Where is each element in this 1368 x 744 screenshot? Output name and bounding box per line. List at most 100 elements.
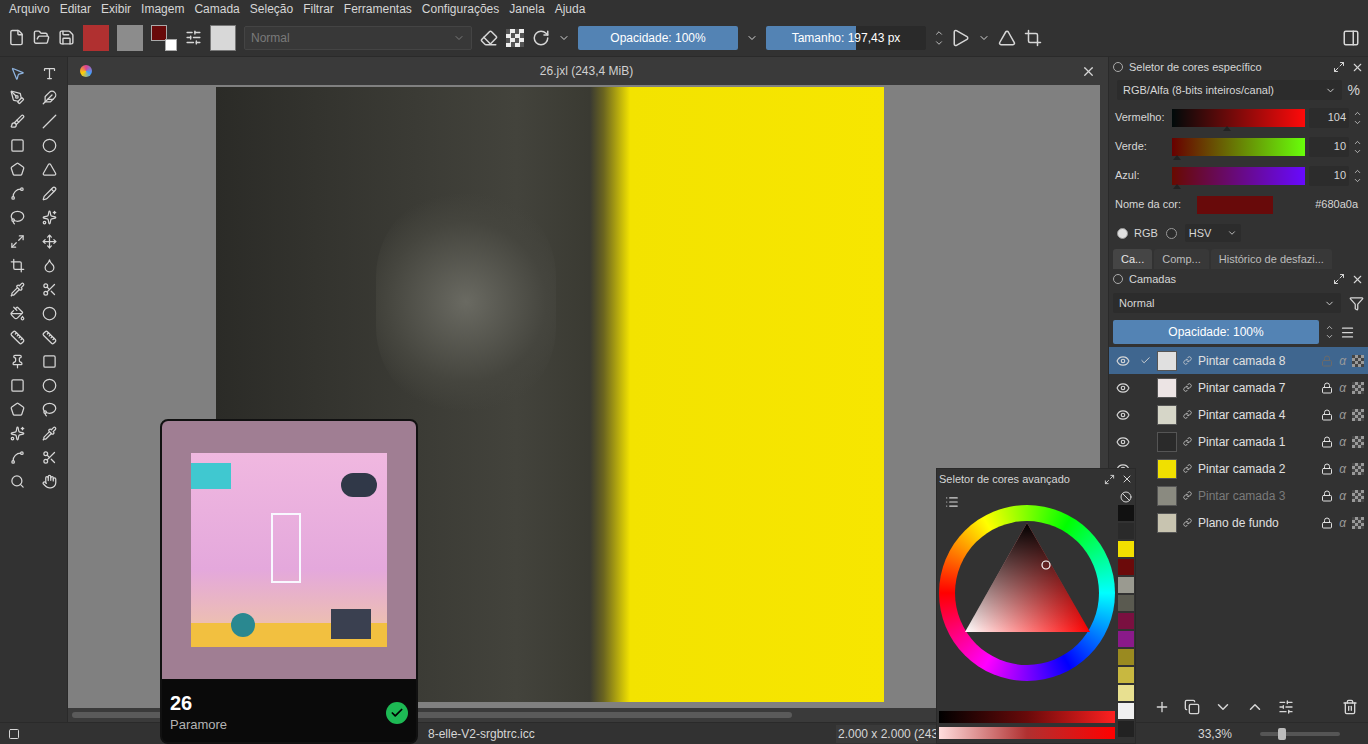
- reload-preset-icon[interactable]: [532, 29, 550, 47]
- channel-value[interactable]: 10: [1309, 137, 1349, 157]
- palette-swatch[interactable]: [1118, 505, 1134, 521]
- inherit-alpha-icon[interactable]: [1352, 409, 1364, 421]
- panel-icon[interactable]: [1342, 29, 1360, 47]
- bezier-icon[interactable]: [10, 186, 25, 201]
- layer-row[interactable]: Pintar camada 1α: [1109, 428, 1368, 455]
- polygon-icon[interactable]: [10, 162, 25, 177]
- dock-tab[interactable]: Comp...: [1154, 249, 1209, 270]
- increase-icon[interactable]: [1353, 167, 1362, 176]
- text-icon[interactable]: [42, 66, 57, 81]
- color-wheel[interactable]: [939, 505, 1115, 681]
- visibility-icon[interactable]: [1116, 381, 1130, 395]
- duplicate-layer-icon[interactable]: [1184, 699, 1200, 715]
- inherit-alpha-icon[interactable]: [1352, 436, 1364, 448]
- now-playing-card[interactable]: 26Paramore: [160, 419, 418, 744]
- multibrush-icon[interactable]: [42, 210, 57, 225]
- percent-toggle[interactable]: %: [1348, 80, 1360, 101]
- color-triangle[interactable]: [939, 505, 1115, 681]
- alpha-lock[interactable]: α: [1339, 514, 1346, 532]
- alpha-lock[interactable]: α: [1339, 433, 1346, 451]
- chevron-down-icon[interactable]: [746, 32, 758, 44]
- palette-swatch[interactable]: [1118, 685, 1134, 701]
- menu-icon[interactable]: [1340, 325, 1355, 340]
- delete-layer-icon[interactable]: [1342, 699, 1358, 715]
- palette-swatch[interactable]: [1118, 613, 1134, 629]
- menu-item[interactable]: Ferramentas: [339, 0, 417, 19]
- opacity-slider[interactable]: Opacidade: 100%: [578, 26, 738, 50]
- wrap-around-icon[interactable]: [1024, 29, 1042, 47]
- mode-dropdown[interactable]: HSV: [1185, 224, 1241, 242]
- lock-icon[interactable]: [1321, 382, 1333, 394]
- layer-opacity-slider[interactable]: Opacidade: 100%: [1113, 320, 1319, 344]
- polyline-icon[interactable]: [42, 162, 57, 177]
- increase-icon[interactable]: [934, 28, 944, 38]
- size-slider[interactable]: Tamanho: 197,43 px: [766, 26, 926, 50]
- contiguous-select-icon[interactable]: [10, 426, 25, 441]
- layer-properties-icon[interactable]: [1278, 699, 1294, 715]
- close-panel-icon[interactable]: [1351, 273, 1364, 286]
- settings-list-icon[interactable]: [945, 495, 959, 509]
- float-icon[interactable]: [1104, 474, 1115, 485]
- increase-icon[interactable]: [1325, 323, 1334, 332]
- menu-item[interactable]: Arquivo: [4, 0, 55, 19]
- decrease-icon[interactable]: [1353, 118, 1362, 127]
- inherit-alpha-icon[interactable]: [1352, 490, 1364, 502]
- gradient-swatch[interactable]: [83, 25, 109, 51]
- alpha-lock[interactable]: α: [1339, 487, 1346, 505]
- zoom-icon[interactable]: [10, 474, 25, 489]
- close-panel-icon[interactable]: [1121, 473, 1133, 485]
- move-down-icon[interactable]: [1214, 698, 1232, 716]
- lock-icon[interactable]: [1321, 490, 1333, 502]
- similar-select-icon[interactable]: [42, 426, 57, 441]
- palette-swatch[interactable]: [1118, 577, 1134, 593]
- layer-row[interactable]: Pintar camada 4α: [1109, 401, 1368, 428]
- polygon-select-icon[interactable]: [10, 402, 25, 417]
- visibility-icon[interactable]: [1116, 435, 1130, 449]
- lock-icon[interactable]: [1321, 355, 1333, 367]
- liked-badge[interactable]: [386, 702, 408, 724]
- open-file-icon[interactable]: [33, 29, 50, 46]
- filter-icon[interactable]: [1349, 296, 1364, 311]
- palette-swatch[interactable]: [1118, 703, 1134, 719]
- clear-history-icon[interactable]: [1120, 491, 1132, 503]
- menu-item[interactable]: Janela: [504, 0, 549, 19]
- value-bar[interactable]: [939, 711, 1115, 723]
- lock-icon[interactable]: [1321, 436, 1333, 448]
- blend-mode-dropdown[interactable]: Normal: [244, 26, 472, 50]
- palette-swatch[interactable]: [1118, 523, 1134, 539]
- channel-slider[interactable]: [1172, 138, 1305, 156]
- placeholder-icon[interactable]: [42, 354, 57, 369]
- close-document-icon[interactable]: [1081, 64, 1096, 79]
- increase-icon[interactable]: [1353, 138, 1362, 147]
- float-icon[interactable]: [1333, 273, 1345, 285]
- reference-icon[interactable]: [10, 354, 25, 369]
- color-space-dropdown[interactable]: RGB/Alfa (8-bits inteiros/canal): [1117, 80, 1342, 100]
- menu-item[interactable]: Exibir: [96, 0, 136, 19]
- color-picker-icon[interactable]: [10, 282, 25, 297]
- crop-icon[interactable]: [10, 258, 25, 273]
- new-file-icon[interactable]: [8, 29, 25, 46]
- freehand-path-icon[interactable]: [42, 186, 57, 201]
- saturation-bar[interactable]: [939, 727, 1115, 739]
- gradient-icon[interactable]: [42, 258, 57, 273]
- mirror-vertical-icon[interactable]: [998, 29, 1016, 47]
- inherit-alpha-icon[interactable]: [1352, 463, 1364, 475]
- layer-row[interactable]: Pintar camada 3α: [1109, 482, 1368, 509]
- edit-shape-icon[interactable]: [10, 90, 25, 105]
- colorize-mask-icon[interactable]: [42, 282, 57, 297]
- layer-row[interactable]: Pintar camada 2α: [1109, 455, 1368, 482]
- palette-swatch[interactable]: [1118, 667, 1134, 683]
- menu-item[interactable]: Camada: [189, 0, 244, 19]
- brush-icon[interactable]: [10, 114, 25, 129]
- rectangle-icon[interactable]: [10, 138, 25, 153]
- layer-row[interactable]: Pintar camada 7α: [1109, 374, 1368, 401]
- channel-value[interactable]: 104: [1309, 108, 1349, 128]
- menu-item[interactable]: Ajuda: [550, 0, 591, 19]
- palette-swatch[interactable]: [1118, 649, 1134, 665]
- channel-slider[interactable]: [1172, 109, 1305, 127]
- layer-checkbox[interactable]: [1139, 355, 1151, 367]
- palette-swatch[interactable]: [1118, 541, 1134, 557]
- menu-item[interactable]: Editar: [55, 0, 96, 19]
- increase-icon[interactable]: [1353, 109, 1362, 118]
- dock-tab[interactable]: Ca...: [1113, 249, 1152, 270]
